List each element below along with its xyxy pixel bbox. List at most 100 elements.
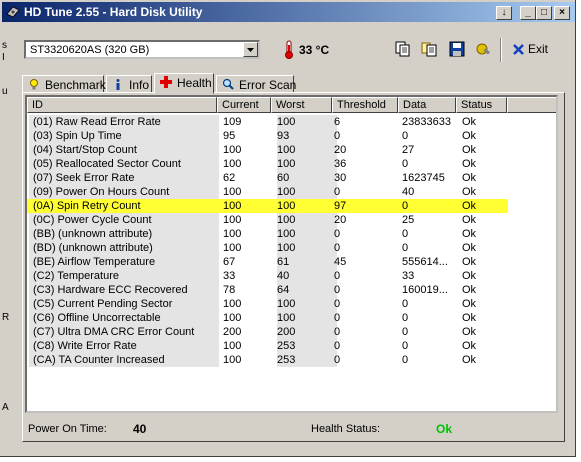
status-value: Ok [462,312,477,324]
table-row[interactable]: (BD) (unknown attribute) 100 100 0 0 Ok [27,241,556,255]
status-value: Ok [462,298,477,310]
options-tools-icon[interactable] [474,40,492,58]
table-row[interactable]: (BB) (unknown attribute) 100 100 0 0 Ok [27,227,556,241]
system-menu-arrow-button[interactable]: ↓ [496,6,512,20]
table-row[interactable]: (0A) Spin Retry Count 100 100 97 0 Ok [27,199,508,213]
drive-select[interactable]: ST3320620AS (320 GB) [24,40,260,59]
tab-benchmark-label: Benchmark [45,78,106,92]
column-header-data[interactable]: Data [398,97,456,113]
raw-data-value: 160019... [402,284,448,296]
background-edge-letter: A [2,402,9,413]
table-row[interactable]: (03) Spin Up Time 95 93 0 0 Ok [27,129,556,143]
title-bar[interactable]: HD Tune 2.55 - Hard Disk Utility ↓ _ □ × [2,2,575,22]
current-value: 100 [223,340,242,352]
worst-value: 100 [277,297,337,311]
maximize-button[interactable]: □ [536,6,552,20]
threshold-value: 0 [334,340,341,352]
table-row[interactable]: (C7) Ultra DMA CRC Error Count 200 200 0 0 Ok [27,325,556,339]
table-row[interactable]: (07) Seek Error Rate 62 60 30 1623745 Ok [27,171,556,185]
current-value: 67 [223,256,236,268]
table-row[interactable]: (CA) TA Counter Increased 100 253 0 0 Ok [27,353,556,367]
status-value: Ok [462,200,477,212]
worst-value: 253 [277,339,337,353]
current-value: 95 [223,130,236,142]
tab-info[interactable]: Info [106,75,152,93]
status-value: Ok [462,116,477,128]
status-value: Ok [462,158,477,170]
minimize-button[interactable]: _ [520,6,536,20]
threshold-value: 0 [334,242,341,254]
drive-select-value: ST3320620AS (320 GB) [30,44,150,56]
current-value: 100 [223,186,242,198]
attribute-id: (04) Start/Stop Count [29,143,219,157]
table-row[interactable]: (09) Power On Hours Count 100 100 0 40 Ok [27,185,556,199]
attribute-id: (03) Spin Up Time [29,129,219,143]
attribute-id: (C2) Temperature [29,269,219,283]
raw-data-value: 0 [402,130,409,142]
background-edge-letter: s [2,40,7,51]
table-row[interactable]: (C2) Temperature 33 40 0 33 Ok [27,269,556,283]
status-bar: Power On Time: 40 Health Status: Ok [22,418,565,442]
current-value: 100 [223,312,242,324]
app-icon [6,6,20,18]
current-value: 100 [223,228,242,240]
threshold-value: 0 [334,284,341,296]
tab-benchmark[interactable]: Benchmark [22,75,106,93]
table-row[interactable]: (C5) Current Pending Sector 100 100 0 0 Ok [27,297,556,311]
column-header-filler [507,97,556,113]
status-value: Ok [462,144,477,156]
column-header-threshold[interactable]: Threshold [332,97,398,113]
save-icon[interactable] [448,40,466,58]
table-row[interactable]: (01) Raw Read Error Rate 109 100 6 23833633 O… [27,115,556,129]
raw-data-value: 27 [402,144,415,156]
raw-data-value: 555614... [402,256,448,268]
tab-info-label: Info [129,78,150,92]
close-button[interactable]: × [554,6,570,20]
threshold-value: 97 [334,200,347,212]
table-row[interactable]: (C6) Offline Uncorrectable 100 100 0 0 Ok [27,311,556,325]
raw-data-value: 0 [402,340,409,352]
raw-data-value: 1623745 [402,172,445,184]
table-row[interactable]: (C3) Hardware ECC Recovered 78 64 0 160019..… [27,283,556,297]
exit-label: Exit [528,42,549,56]
column-header-id[interactable]: ID [27,97,217,113]
health-status-label: Health Status: [311,423,381,435]
table-row[interactable]: (BE) Airflow Temperature 67 61 45 555614... O… [27,255,556,269]
current-value: 100 [223,158,242,170]
attribute-id: (BD) (unknown attribute) [29,241,219,255]
status-value: Ok [462,130,477,142]
column-header-worst[interactable]: Worst [271,97,332,113]
raw-data-value: 0 [402,158,409,170]
tab-health[interactable]: Health [154,73,214,94]
tab-error-scan[interactable]: Error Scan [216,75,296,93]
attribute-id: (BE) Airflow Temperature [29,255,219,269]
raw-data-value: 0 [402,200,409,212]
attribute-id: (BB) (unknown attribute) [29,227,219,241]
chevron-down-icon[interactable] [243,42,258,57]
column-header-status[interactable]: Status [456,97,507,113]
attribute-id: (C3) Hardware ECC Recovered [29,283,219,297]
raw-data-value: 33 [402,270,415,282]
table-row[interactable]: (0C) Power Cycle Count 100 100 20 25 Ok [27,213,556,227]
copy-icon[interactable] [394,40,412,58]
threshold-value: 6 [334,116,341,128]
window-title: HD Tune 2.55 - Hard Disk Utility [24,5,203,19]
copy-all-icon[interactable] [420,40,438,58]
background-edge-letter: I [2,52,5,63]
worst-value: 100 [277,241,337,255]
background-edge-letter: u [2,86,8,97]
smart-attributes-list[interactable]: ID Current Worst Threshold Data Status (… [25,95,558,413]
table-row[interactable]: (05) Reallocated Sector Count 100 100 36 0 Ok [27,157,556,171]
current-value: 62 [223,172,236,184]
table-row[interactable]: (C8) Write Error Rate 100 253 0 0 Ok [27,339,556,353]
raw-data-value: 0 [402,228,409,240]
status-value: Ok [462,186,477,198]
column-header-current[interactable]: Current [217,97,271,113]
threshold-value: 0 [334,186,341,198]
exit-x-icon [513,44,524,55]
attribute-id: (09) Power On Hours Count [29,185,219,199]
raw-data-value: 40 [402,186,415,198]
threshold-value: 45 [334,256,347,268]
current-value: 100 [223,298,242,310]
table-row[interactable]: (04) Start/Stop Count 100 100 20 27 Ok [27,143,556,157]
